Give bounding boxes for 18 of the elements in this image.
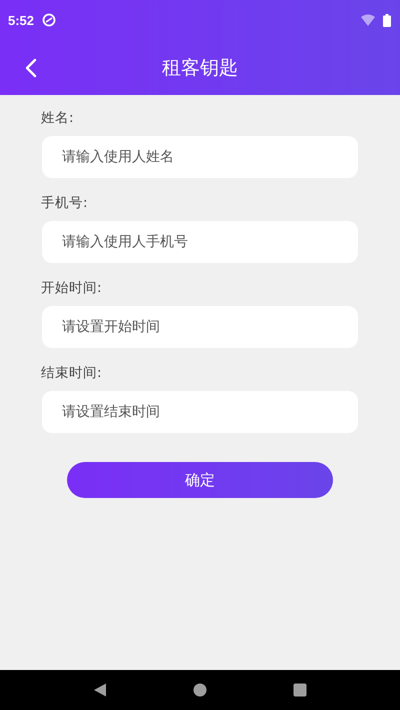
field-label: 姓名:	[41, 109, 75, 128]
recents-nav-icon[interactable]	[293, 683, 307, 697]
back-nav-icon[interactable]	[93, 683, 107, 697]
notification-icon	[42, 13, 56, 27]
field-label: 手机号:	[41, 194, 89, 213]
field-label: 开始时间:	[41, 279, 103, 298]
back-icon[interactable]	[24, 58, 38, 78]
page-title: 租客钥匙	[162, 56, 238, 80]
home-nav-icon[interactable]	[193, 683, 207, 697]
field-label: 结束时间:	[41, 364, 103, 383]
input-field[interactable]: 请输入使用人姓名	[42, 136, 358, 178]
input-field[interactable]: 请设置结束时间	[42, 391, 358, 433]
wifi-icon	[361, 14, 375, 26]
status-time: 5:52	[8, 12, 34, 28]
confirm-button[interactable]: 确定	[67, 462, 333, 498]
input-field[interactable]: 请设置开始时间	[42, 306, 358, 348]
input-field[interactable]: 请输入使用人手机号	[42, 221, 358, 263]
battery-icon	[383, 14, 391, 26]
